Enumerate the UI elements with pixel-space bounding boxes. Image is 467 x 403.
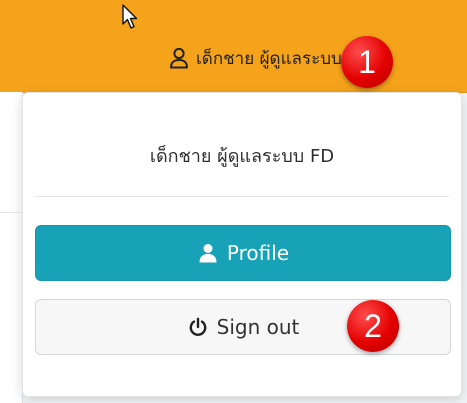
step-1-badge: 1 [341,36,393,88]
profile-button-label: Profile [226,241,290,265]
page-content-edge [0,92,23,403]
profile-button[interactable]: Profile [35,225,451,281]
user-outline-icon [168,47,190,69]
user-menu-toggle[interactable]: เด็กชาย ผู้ดูแลระบบ FD [168,40,370,76]
step-2-badge: 2 [347,300,399,352]
page-divider [0,212,22,213]
user-icon [197,242,219,264]
power-icon [187,316,209,338]
dropdown-user-name: เด็กชาย ผู้ดูแลระบบ FD [149,146,335,167]
top-navbar: เด็กชาย ผู้ดูแลระบบ FD [0,0,467,93]
sign-out-button-label: Sign out [216,315,300,339]
dropdown-divider [35,196,449,197]
user-dropdown-menu: เด็กชาย ผู้ดูแลระบบ FD Profile Sign out [22,92,462,397]
mouse-cursor-icon [122,4,140,30]
